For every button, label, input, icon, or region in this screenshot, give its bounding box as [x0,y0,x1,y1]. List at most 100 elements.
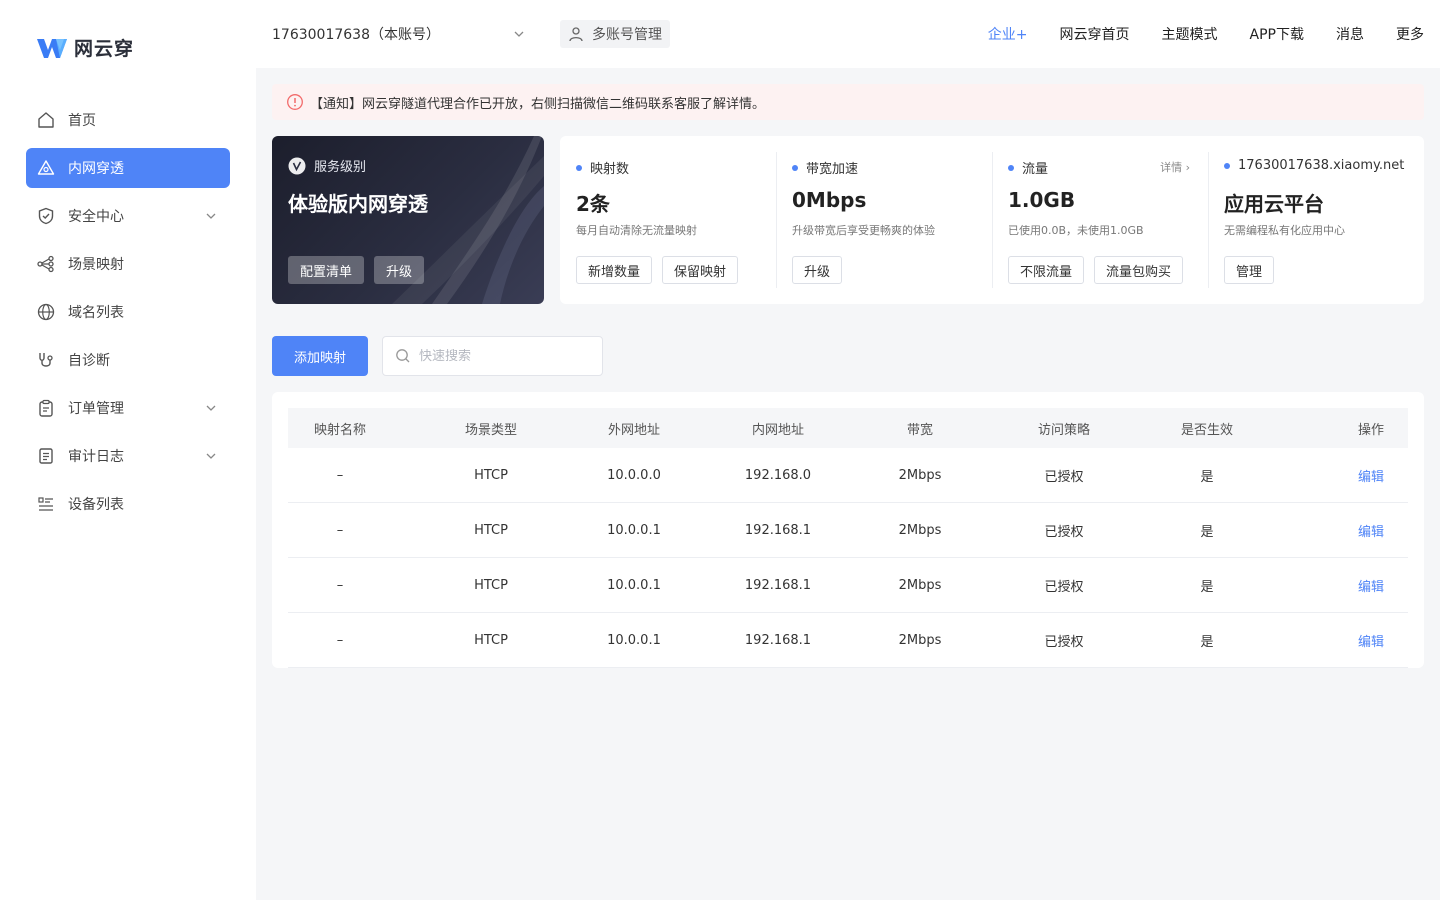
sidebar-item-1[interactable]: 内网穿透 [26,148,230,188]
service-actions: 配置清单 升级 [288,256,434,284]
stat-subtext: 无需编程私有化应用中心 [1224,224,1345,237]
table-cell: 192.168.0 [744,467,812,483]
table-cell: – [336,577,344,593]
share-nodes-icon [36,254,56,274]
column-header: 场景类型 [464,422,517,438]
stat-actions: 管理 [1224,256,1284,284]
notice-text: 【通知】网云穿隧道代理合作已开放，右侧扫描微信二维码联系客服了解详情。 [310,96,766,112]
top-nav-item-3[interactable]: APP下载 [1250,24,1304,44]
sidebar-item-0[interactable]: 首页 [26,100,230,140]
search-input[interactable] [419,348,589,364]
search-box[interactable] [382,336,603,376]
sidebar: 网云穿 首页内网穿透安全中心场景映射域名列表自诊断订单管理审计日志设备列表 [0,0,256,900]
stat-action-button[interactable]: 升级 [792,256,843,284]
top-nav-item-1[interactable]: 网云穿首页 [1060,24,1130,44]
home-icon [36,110,56,130]
table-cell: 2Mbps [898,522,942,538]
stat-action-button[interactable]: 不限流量 [1008,256,1085,284]
stat-label-text: 流量 [1022,162,1049,177]
bullet-dot [576,164,582,171]
edit-link[interactable]: 编辑 [1248,631,1408,650]
table-header: 映射名称 场景类型 外网地址 内网地址 带宽 访问策略 是否生效 操作 [288,408,1408,448]
sidebar-item-4[interactable]: 域名列表 [26,292,230,332]
stat-detail-link[interactable]: 详情 › [1160,159,1190,175]
table-row: – HTCP 10.0.0.1 192.168.1 2Mbps 已授权 是 编辑 [288,613,1408,668]
table-cell: – [336,522,344,538]
stat-actions: 新增数量 保留映射 [576,256,748,284]
account-selector[interactable]: 17630017638（本账号） [272,24,526,44]
table-cell: 是 [1200,634,1214,650]
sidebar-item-label: 首页 [68,113,96,129]
stat-label: 带宽加速 [792,158,858,177]
account-label: 17630017638（本账号） [272,27,440,43]
top-bar: 17630017638（本账号） 多账号管理 企业+ 网云穿首页 主题模式 APP下载… [256,0,1440,68]
multi-account-button[interactable]: 多账号管理 [560,20,670,48]
service-level-card: 服务级别 体验版内网穿透 配置清单 升级 [272,136,544,304]
upgrade-plan-button[interactable]: 升级 [374,256,425,284]
stats-panel: 映射数 2条 每月自动清除无流量映射 新增数量 保留映射 带宽加速 0Mbps 升级带宽后享受… [560,136,1424,304]
top-nav-item-2[interactable]: 主题模式 [1162,24,1218,44]
service-plan-title: 体验版内网穿透 [288,192,428,216]
alert-circle-icon [287,94,303,110]
stat-value: 0Mbps [792,188,867,212]
table-cell: 2Mbps [898,632,942,648]
table-cell: 2Mbps [898,577,942,593]
stat-value: 应用云平台 [1224,192,1324,216]
chevron-down-icon [206,213,216,219]
column-header: 带宽 [906,422,933,438]
stat-card-2: 流量 详情 › 1.0GB 已使用0.0B，未使用1.0GB 不限流量 流量包购买 [992,152,1208,288]
stat-action-button[interactable]: 管理 [1224,256,1275,284]
column-header: 是否生效 [1180,422,1233,438]
bullet-dot [1224,162,1230,169]
notice-banner: 【通知】网云穿隧道代理合作已开放，右侧扫描微信二维码联系客服了解详情。 [272,84,1424,120]
verified-badge-icon [288,157,306,174]
top-nav-item-4[interactable]: 消息 [1336,24,1364,44]
sidebar-item-3[interactable]: 场景映射 [26,244,230,284]
sidebar-item-7[interactable]: 审计日志 [26,436,230,476]
stat-card-1: 带宽加速 0Mbps 升级带宽后享受更畅爽的体验 升级 [776,152,992,288]
chevron-down-icon [206,453,216,459]
stat-action-button[interactable]: 保留映射 [662,256,739,284]
stethoscope-icon [36,350,56,370]
edit-link[interactable]: 编辑 [1248,576,1408,595]
table-cell: 10.0.0.0 [607,467,661,483]
sidebar-item-label: 内网穿透 [68,161,124,177]
shield-check-icon [36,206,56,226]
sidebar-item-label: 订单管理 [68,401,124,417]
service-level-text: 服务级别 [314,160,367,175]
chevron-down-icon [206,405,216,411]
sidebar-item-label: 审计日志 [68,449,124,465]
stat-action-button[interactable]: 新增数量 [576,256,653,284]
top-nav-item-0[interactable]: 企业+ [988,24,1028,44]
table-cell: 已授权 [1044,469,1084,485]
sidebar-item-5[interactable]: 自诊断 [26,340,230,380]
table-cell: HTCP [474,632,508,648]
list-icon [36,494,56,514]
user-icon [569,27,583,42]
table-cell: 是 [1200,579,1214,595]
stat-label-text: 17630017638.xiaomy.net [1238,158,1405,173]
sidebar-item-2[interactable]: 安全中心 [26,196,230,236]
stat-value: 2条 [576,192,610,216]
table-cell: HTCP [474,467,508,483]
edit-link[interactable]: 编辑 [1248,466,1408,485]
stat-subtext: 已使用0.0B，未使用1.0GB [1008,224,1144,237]
column-header: 内网地址 [751,422,804,438]
add-mapping-button[interactable]: 添加映射 [272,336,368,376]
bullet-dot [1008,164,1014,171]
chevron-down-icon [514,31,524,37]
stat-divider [1208,152,1209,288]
column-header: 操作 [1357,422,1384,438]
table-cell: 192.168.1 [744,522,812,538]
stat-action-button[interactable]: 流量包购买 [1094,256,1184,284]
sidebar-item-6[interactable]: 订单管理 [26,388,230,428]
edit-link[interactable]: 编辑 [1248,521,1408,540]
table-cell: 已授权 [1044,524,1084,540]
sidebar-item-label: 自诊断 [68,353,110,369]
config-list-button[interactable]: 配置清单 [288,256,365,284]
sidebar-item-8[interactable]: 设备列表 [26,484,230,524]
top-nav-item-5[interactable]: 更多 [1396,24,1424,44]
stat-card-3: 17630017638.xiaomy.net 应用云平台无需编程私有化应用中心管理 [1208,152,1424,288]
app-logo[interactable]: 网云穿 [36,34,134,61]
table-cell: – [336,467,344,483]
